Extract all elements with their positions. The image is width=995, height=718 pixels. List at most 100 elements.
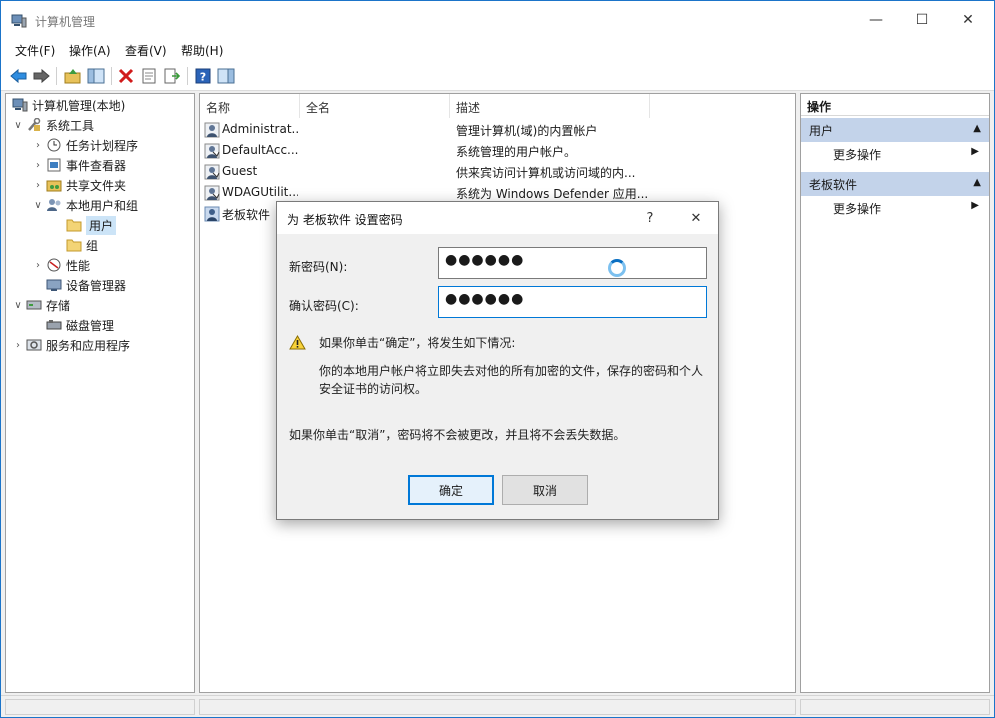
performance-icon	[47, 258, 61, 272]
show-hide-console-tree-button[interactable]	[86, 66, 106, 86]
title-bar[interactable]: 计算机管理 — ☐ ✕	[1, 1, 994, 39]
confirm-password-field[interactable]: ●●●●●●	[438, 286, 707, 318]
properties-button[interactable]	[139, 66, 159, 86]
user-name: WDAGUtilit...	[222, 185, 298, 199]
tree-item-label: 用户	[86, 215, 117, 235]
tree-item-groups[interactable]: 组	[64, 235, 98, 255]
maximize-button[interactable]: ☐	[899, 1, 945, 39]
tree-item-label: 共享文件夹	[66, 178, 127, 193]
new-password-field[interactable]: ●●●●●●	[438, 247, 707, 279]
tree-item-label: 组	[86, 238, 99, 253]
maximize-icon: ☐	[915, 12, 929, 28]
question-mark-icon: ?	[646, 210, 654, 226]
menu-view[interactable]: 查看(V)	[125, 42, 167, 59]
minimize-button[interactable]: —	[853, 1, 899, 39]
computer-management-icon	[12, 98, 28, 112]
table-row[interactable]: Guest 供来宾访问计算机或访问域的内...	[200, 161, 795, 182]
dialog-title-bar[interactable]: 为 老板软件 设置密码 ? ✕	[277, 202, 718, 234]
menu-file[interactable]: 文件(F)	[15, 42, 55, 59]
chevron-down-icon[interactable]: ∨	[12, 300, 24, 311]
menu-action[interactable]: 操作(A)	[69, 42, 111, 59]
action-section-title: 老板软件	[809, 178, 858, 192]
chevron-right-icon[interactable]: ›	[32, 260, 44, 271]
table-row[interactable]: Administrat... 管理计算机(域)的内置帐户	[200, 119, 795, 140]
cancel-note: 如果你单击“取消”，密码将不会被更改，并且将不会丢失数据。	[289, 428, 626, 442]
show-hide-action-pane-button[interactable]	[216, 66, 236, 86]
user-description: 系统管理的用户帐户。	[456, 145, 577, 159]
tree-item-shared-folders[interactable]: › 共享文件夹	[32, 175, 126, 195]
submenu-arrow-icon: ▶	[971, 146, 979, 157]
chevron-right-icon[interactable]: ›	[12, 340, 24, 351]
window-title: 计算机管理	[35, 15, 96, 29]
status-segment	[5, 699, 195, 715]
back-button[interactable]	[9, 66, 29, 86]
delete-icon	[118, 68, 134, 84]
chevron-right-icon[interactable]: ›	[32, 180, 44, 191]
column-header-fullname[interactable]: 全名	[300, 94, 450, 118]
user-description: 管理计算机(域)的内置帐户	[456, 124, 598, 138]
back-arrow-icon	[10, 68, 27, 84]
tree-item-label: 磁盘管理	[66, 318, 115, 333]
tree-item-task-scheduler[interactable]: › 任务计划程序	[32, 135, 138, 155]
export-list-button[interactable]	[162, 66, 182, 86]
tree-item-label: 存储	[46, 298, 71, 313]
table-row[interactable]: DefaultAcc... 系统管理的用户帐户。	[200, 140, 795, 161]
cancel-button[interactable]: 取消	[502, 475, 588, 505]
submenu-arrow-icon: ▶	[971, 200, 979, 211]
delete-button[interactable]	[116, 66, 136, 86]
tree-item-computer-management[interactable]: 计算机管理(本地)	[10, 95, 125, 115]
help-button[interactable]: ?	[193, 66, 213, 86]
console-tree[interactable]: 计算机管理(本地) ∨ 系统工具 › 任务计划程序 › 事件查看器 › 共享文件…	[5, 93, 195, 693]
collapse-up-icon[interactable]: ▲	[973, 177, 981, 188]
tree-item-label: 系统工具	[46, 118, 95, 133]
chevron-down-icon[interactable]: ∨	[32, 200, 44, 211]
up-one-level-button[interactable]	[63, 66, 83, 86]
tree-item-disk-management[interactable]: 磁盘管理	[44, 315, 114, 335]
tree-item-label: 计算机管理(本地)	[32, 98, 126, 113]
more-actions-users[interactable]: 更多操作 ▶	[801, 142, 989, 164]
dialog-close-button[interactable]: ✕	[681, 206, 711, 230]
tree-item-label: 任务计划程序	[66, 138, 139, 153]
menu-help[interactable]: 帮助(H)	[181, 42, 223, 59]
table-row[interactable]: WDAGUtilit... 系统为 Windows Defender 应用...	[200, 182, 795, 203]
status-segment	[199, 699, 796, 715]
tree-item-local-users-groups[interactable]: ∨ 本地用户和组	[32, 195, 138, 215]
minimize-icon: —	[869, 12, 883, 28]
disabled-user-icon	[204, 143, 220, 159]
event-viewer-icon	[47, 158, 61, 172]
chevron-right-icon[interactable]: ›	[32, 140, 44, 151]
svg-text:?: ?	[200, 71, 206, 84]
tree-item-device-manager[interactable]: 设备管理器	[44, 275, 126, 295]
warning-icon	[289, 335, 306, 350]
tree-item-users[interactable]: 用户	[64, 215, 117, 235]
help-icon: ?	[195, 68, 211, 84]
column-header-name[interactable]: 名称	[200, 94, 300, 118]
tree-item-performance[interactable]: › 性能	[32, 255, 90, 275]
chevron-right-icon[interactable]: ›	[32, 160, 44, 171]
tree-item-services-applications[interactable]: › 服务和应用程序	[12, 335, 130, 355]
action-section-users[interactable]: 用户 ▲	[801, 118, 989, 142]
column-header-description[interactable]: 描述	[450, 94, 650, 118]
close-button[interactable]: ✕	[945, 1, 991, 39]
tree-item-system-tools[interactable]: ∨ 系统工具	[12, 115, 94, 135]
tree-item-event-viewer[interactable]: › 事件查看器	[32, 155, 126, 175]
tree-item-label: 性能	[66, 258, 91, 273]
computer-management-window: 计算机管理 — ☐ ✕ 文件(F) 操作(A) 查看(V) 帮助(H) ? 计算…	[0, 0, 995, 718]
more-actions-selected-user[interactable]: 更多操作 ▶	[801, 196, 989, 218]
dialog-help-button[interactable]: ?	[635, 206, 665, 230]
forward-button[interactable]	[31, 66, 51, 86]
toolbar-separator	[56, 67, 57, 85]
confirm-password-label: 确认密码(C):	[289, 299, 359, 313]
chevron-down-icon[interactable]: ∨	[12, 120, 24, 131]
collapse-up-icon[interactable]: ▲	[973, 123, 981, 134]
status-segment	[800, 699, 990, 715]
toolbar-separator	[111, 67, 112, 85]
export-list-icon	[164, 68, 180, 84]
tree-item-storage[interactable]: ∨ 存储	[12, 295, 70, 315]
ok-button[interactable]: 确定	[408, 475, 494, 505]
user-description: 供来宾访问计算机或访问域的内...	[456, 166, 636, 180]
busy-cursor-icon	[608, 259, 626, 277]
set-password-dialog: 为 老板软件 设置密码 ? ✕ 新密码(N): ●●●●●● 确认密码(C): …	[276, 201, 719, 520]
up-folder-icon	[64, 69, 81, 84]
action-section-selected-user[interactable]: 老板软件 ▲	[801, 172, 989, 196]
